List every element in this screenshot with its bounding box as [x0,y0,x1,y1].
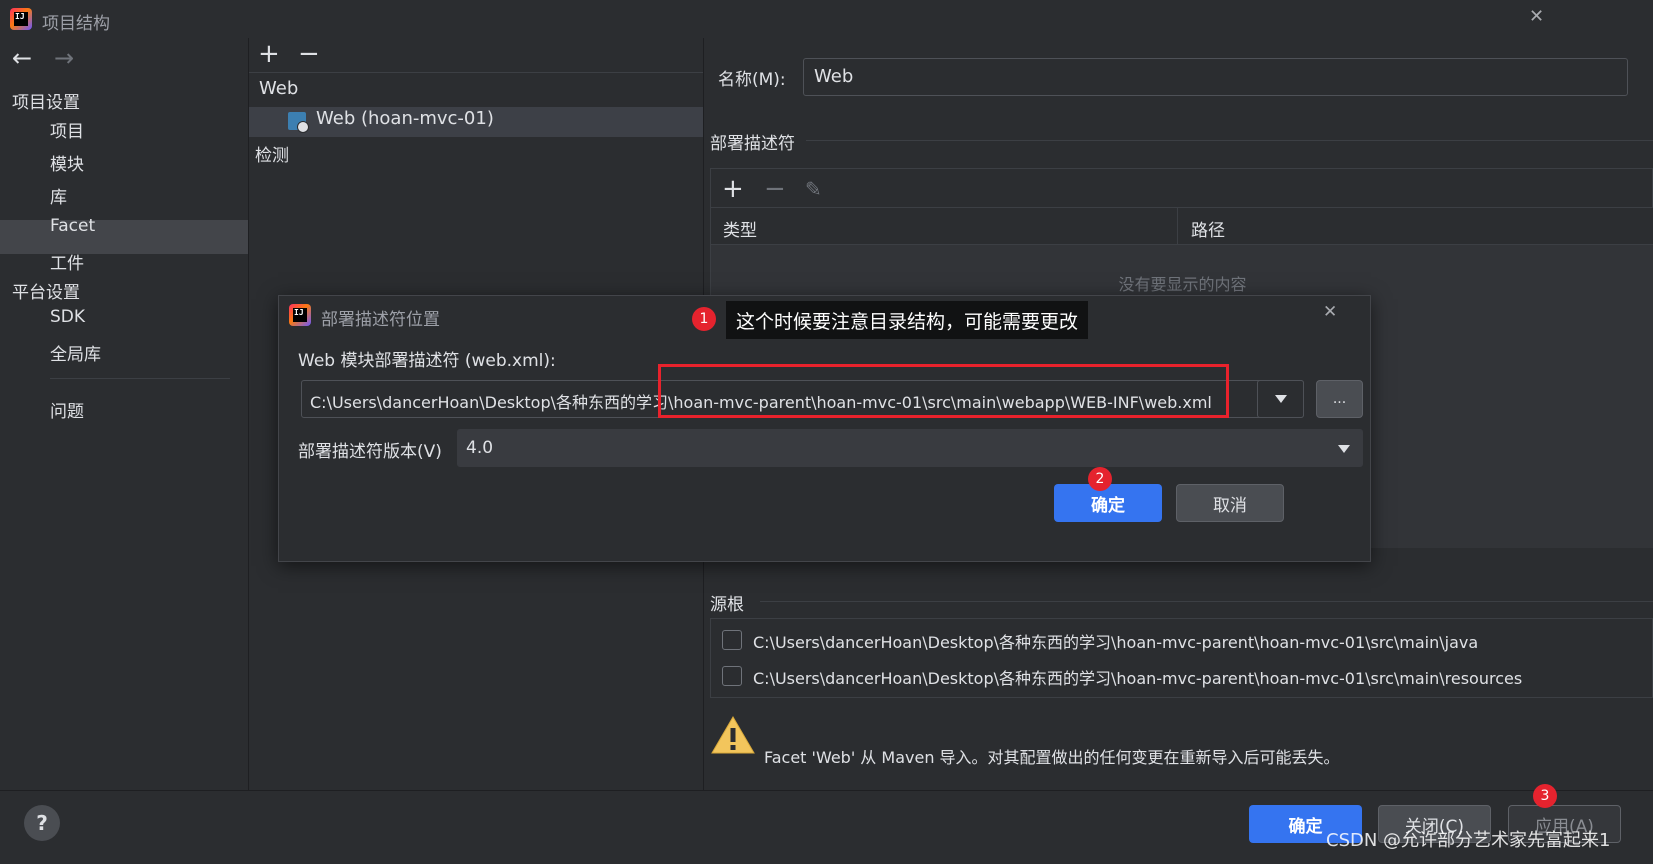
table-header: 类型 路径 [711,208,1653,245]
source-roots-heading: 源根 [710,595,744,615]
descriptor-version-label: 部署描述符版本(V) [298,442,442,462]
toolbar-divider [249,72,703,73]
dialog-intellij-logo-icon: IJ [289,304,311,326]
source-roots-list: C:\Users\dancerHoan\Desktop\各种东西的学习\hoan… [710,618,1653,698]
remove-icon[interactable]: − [298,41,320,67]
sidebar-item-problems[interactable]: 问题 [50,397,84,422]
annotation-badge-2: 2 [1088,467,1112,491]
warning-icon [711,716,755,754]
section-divider [806,140,1653,141]
web-facet-icon [288,112,309,133]
sidebar-item-global-libraries[interactable]: 全局库 [50,340,101,365]
sidebar-item-libraries[interactable]: 库 [50,183,67,208]
window-close-icon[interactable]: ✕ [1529,6,1544,27]
sidebar-item-project[interactable]: 项目 [50,117,84,142]
tree-item-detection[interactable]: 检测 [255,141,289,166]
annotation-badge-1: 1 [692,307,716,331]
path-history-dropdown[interactable] [1257,380,1304,418]
column-type[interactable]: 类型 [723,216,757,241]
sidebar-item-modules[interactable]: 模块 [50,150,84,175]
source-roots-divider [760,601,1653,602]
sidebar-item-sdk[interactable]: SDK [50,307,85,327]
version-chevron-down-icon [1338,445,1350,453]
dialog-title: 部署描述符位置 [321,310,440,330]
source-root-resources-checkbox[interactable] [722,666,742,686]
forward-arrow-icon[interactable]: → [54,44,74,72]
project-settings-heading: 项目设置 [12,93,80,113]
window-title: 项目结构 [42,14,110,34]
source-root-resources-path: C:\Users\dancerHoan\Desktop\各种东西的学习\hoan… [753,669,1523,688]
browse-button[interactable]: ... [1316,380,1363,418]
back-arrow-icon[interactable]: ← [12,44,32,72]
source-root-java-path: C:\Users\dancerHoan\Desktop\各种东西的学习\hoan… [753,633,1479,652]
add-icon[interactable]: + [258,41,280,67]
column-divider [1177,208,1178,244]
name-label: 名称(M): [718,70,786,90]
source-root-java-checkbox[interactable] [722,630,742,650]
descriptor-path-label: Web 模块部署描述符 (web.xml): [298,351,556,371]
selected-item-highlight [0,220,248,254]
maven-import-warning: Facet 'Web' 从 Maven 导入。对其配置做出的任何变更在重新导入后… [764,748,1340,767]
annotation-badge-3: 3 [1533,784,1557,808]
edit-pencil-icon[interactable]: ✎ [805,177,822,201]
add-descriptor-icon[interactable]: + [722,176,744,202]
title-bar: IJ 项目结构 ✕ [0,0,1653,38]
column-path[interactable]: 路径 [1191,216,1225,241]
platform-settings-heading: 平台设置 [12,283,80,303]
sidebar-item-facet[interactable]: Facet [50,216,95,236]
sidebar-divider [50,378,230,379]
chevron-down-icon [1274,395,1287,403]
settings-sidebar [0,38,249,790]
annotation-note: 这个时候要注意目录结构，可能需要更改 [726,301,1089,339]
intellij-logo-icon: IJ [10,8,32,30]
descriptor-version-select[interactable]: 4.0 [457,429,1363,467]
empty-table-text: 没有要显示的内容 [1118,275,1247,294]
csdn-watermark: CSDN @允许部分艺术家先富起来1 [1326,830,1611,851]
dialog-close-icon[interactable]: ✕ [1323,302,1337,322]
dialog-cancel-button[interactable]: 取消 [1176,484,1284,522]
deploy-descriptor-heading: 部署描述符 [710,134,795,154]
name-field[interactable]: Web [803,58,1628,96]
sidebar-item-artifacts[interactable]: 工件 [50,249,84,274]
help-icon[interactable]: ? [24,805,60,841]
descriptor-version-value: 4.0 [466,438,494,458]
remove-descriptor-icon[interactable]: − [764,176,786,202]
tree-item-web-facet[interactable]: Web (hoan-mvc-01) [316,108,494,129]
dialog-ok-button[interactable]: 确定 [1054,484,1162,522]
path-highlight-box [658,364,1229,418]
facet-group-web[interactable]: Web [259,78,298,99]
